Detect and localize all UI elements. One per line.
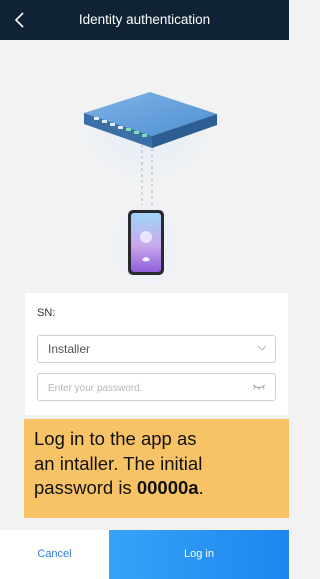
sn-label: SN: [37, 307, 56, 319]
instruction-note: Log in to the app as an intaller. The in… [24, 419, 289, 518]
chevron-down-icon [257, 345, 267, 351]
eye-closed-icon[interactable] [252, 384, 266, 390]
initial-password: 00000a [136, 477, 199, 498]
account-select-value: Installer [48, 342, 91, 356]
password-input[interactable] [46, 376, 240, 400]
password-field[interactable] [37, 373, 276, 401]
phone-screen-glow [140, 231, 152, 243]
cancel-button[interactable]: Cancel [0, 530, 109, 579]
app-header: Identity authentication [0, 0, 289, 40]
action-bar: Cancel Log in [0, 530, 289, 579]
note-line: an intaller. The initial [34, 452, 203, 474]
login-button[interactable]: Log in [109, 530, 289, 579]
account-select[interactable]: Installer [37, 335, 276, 363]
device-connection-illustration [74, 85, 218, 285]
note-line: Log in to the app as [34, 428, 197, 449]
note-line: password is 00000a. [34, 476, 283, 501]
note-text: . [198, 477, 204, 498]
note-text: password is [34, 477, 137, 498]
page-title: Identity authentication [78, 12, 211, 27]
login-form: SN: Installer [25, 293, 288, 415]
